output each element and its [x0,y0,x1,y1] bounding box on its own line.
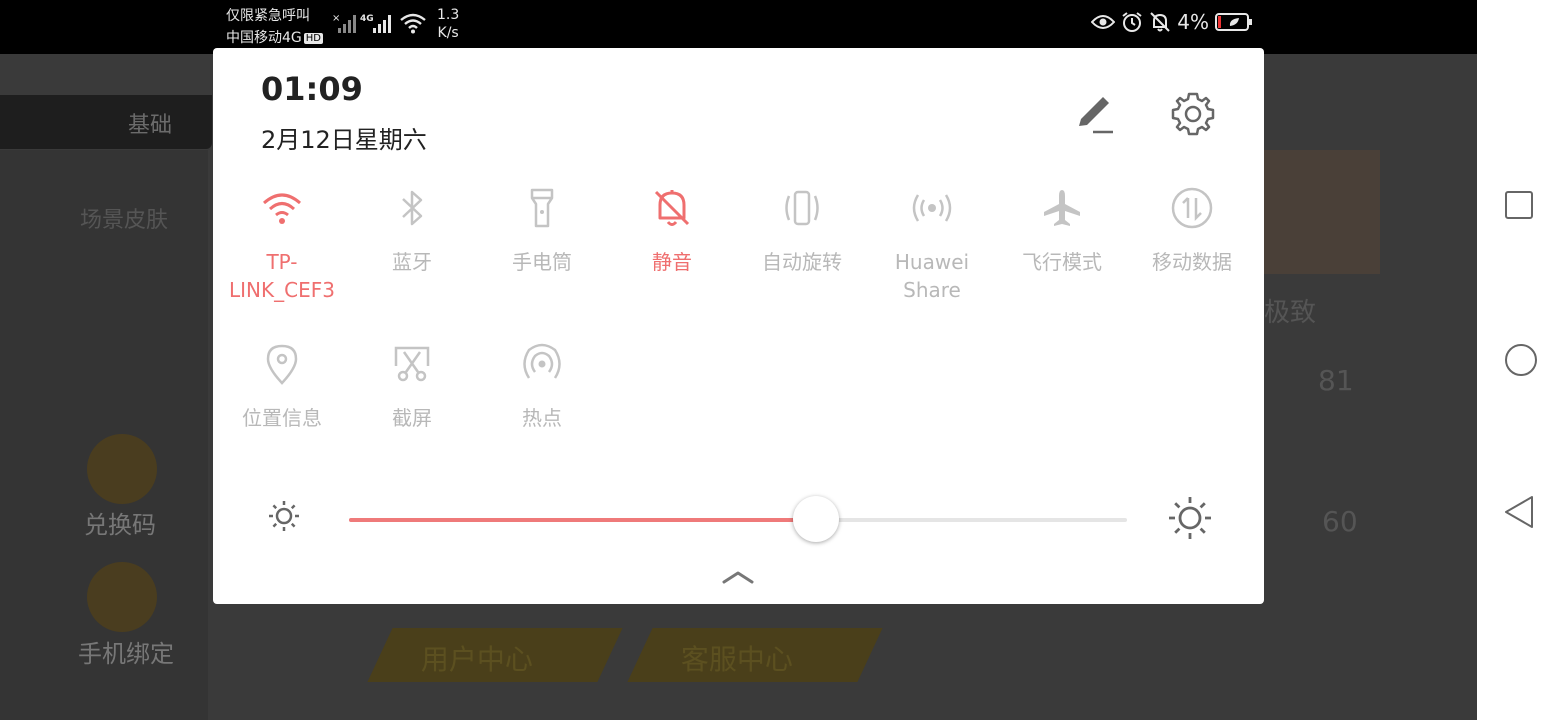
status-bar: 仅限紧急呼叫 中国移动4G HD × 4G 1.3 K/s 4% [0,0,1477,48]
clock-date: 2月12日星期六 [261,126,427,154]
battery-icon [1215,13,1252,31]
bell-off-icon [654,190,690,226]
background-card-text: 极致 [1264,298,1317,328]
airplane-icon [1044,190,1080,226]
hd-badge: HD [303,32,323,44]
background-user-center-button: 用户中心 [367,628,623,682]
carrier-name-text: 中国移动4G [226,30,302,46]
tile-location[interactable]: 位置信息 [217,342,347,432]
brightness-high-icon [1169,497,1211,539]
tile-location-label: 位置信息 [242,406,322,430]
home-button[interactable] [1504,343,1538,377]
background-customer-service-button: 客服中心 [627,628,883,682]
background-bind-phone-label: 手机绑定 [78,640,174,668]
collapse-chevron-icon[interactable] [721,568,755,586]
network-speed: 1.3 K/s [437,6,459,42]
pencil-icon [1079,97,1109,126]
tile-silent-label: 静音 [652,250,692,274]
auto-rotate-icon [785,190,819,226]
tile-screenshot[interactable]: 截屏 [347,342,477,432]
background-tab: 基础 [0,95,212,149]
wifi-status-icon [400,13,426,34]
navigation-bar [1477,0,1560,720]
tile-silent[interactable]: 静音 [607,186,737,276]
flashlight-icon [530,188,554,228]
background-tab-label: 基础 [128,113,173,138]
tile-airplane-label: 飞行模式 [1022,250,1102,274]
location-icon [266,344,298,385]
tile-mobile-data-label: 移动数据 [1152,250,1232,274]
tile-bluetooth[interactable]: 蓝牙 [347,186,477,276]
tile-flashlight[interactable]: 手电筒 [477,186,607,276]
tile-bluetooth-label: 蓝牙 [392,250,432,274]
tile-huawei-share-label: Huawei Share [894,250,970,302]
bluetooth-icon [402,190,423,226]
wifi-icon [263,193,301,224]
signal-4g-icon: 4G [360,14,391,33]
settings-button[interactable] [1169,90,1217,138]
network-type-label: 4G [360,14,374,24]
background-stat-1: 81 [1318,364,1354,397]
tile-screenshot-label: 截屏 [392,406,432,430]
network-speed-value: 1.3 [437,7,460,23]
background-menu-item: 场景皮肤 [80,208,169,233]
tile-auto-rotate[interactable]: 自动旋转 [737,186,867,276]
clock-time: 01:09 [261,70,363,108]
tile-wifi[interactable]: TP-LINK_CEF3 [217,186,347,304]
background-gift-icon [87,434,157,504]
network-speed-unit: K/s [437,25,459,41]
background-redeem-label: 兑换码 [84,511,156,539]
tile-huawei-share[interactable]: Huawei Share [867,186,997,304]
gear-icon [1171,92,1215,136]
alarm-icon [1122,12,1142,32]
brightness-low-icon [269,501,299,531]
brightness-slider-fill [349,518,816,522]
mobile-data-icon [1171,187,1213,229]
background-phone-icon [87,562,157,632]
tile-flashlight-label: 手电筒 [512,250,572,274]
background-card-image [1264,150,1380,274]
quick-settings-panel: 01:09 2月12日星期六 TP-LINK_CEF3 蓝牙 手电筒 静音 自动… [213,48,1264,604]
tile-mobile-data[interactable]: 移动数据 [1127,186,1257,276]
huawei-share-icon [912,194,952,222]
svg-text:×: × [332,13,340,24]
recent-apps-button[interactable] [1504,190,1534,220]
brightness-slider[interactable] [349,496,1127,542]
brightness-control [213,488,1264,548]
tile-auto-rotate-label: 自动旋转 [762,250,842,274]
background-stat-2: 60 [1322,505,1358,538]
brightness-slider-thumb[interactable] [792,496,839,542]
carrier-emergency-text: 仅限紧急呼叫 [226,8,310,24]
screenshot-icon [394,346,430,382]
tile-hotspot-label: 热点 [522,406,562,430]
tile-wifi-label: TP-LINK_CEF3 [229,250,335,302]
back-button[interactable] [1504,495,1534,529]
status-right-icons: 4% [1091,10,1253,34]
eye-comfort-icon [1091,15,1116,29]
carrier-name: 中国移动4G HD [226,27,323,47]
hotspot-icon [523,343,561,379]
tile-airplane[interactable]: 飞行模式 [997,186,1127,276]
battery-percent: 4% [1177,10,1209,34]
tile-hotspot[interactable]: 热点 [477,342,607,432]
edit-tiles-button[interactable] [1073,92,1117,136]
signal-no-sim-icon: × [332,13,356,33]
silent-bell-icon [1150,12,1170,32]
